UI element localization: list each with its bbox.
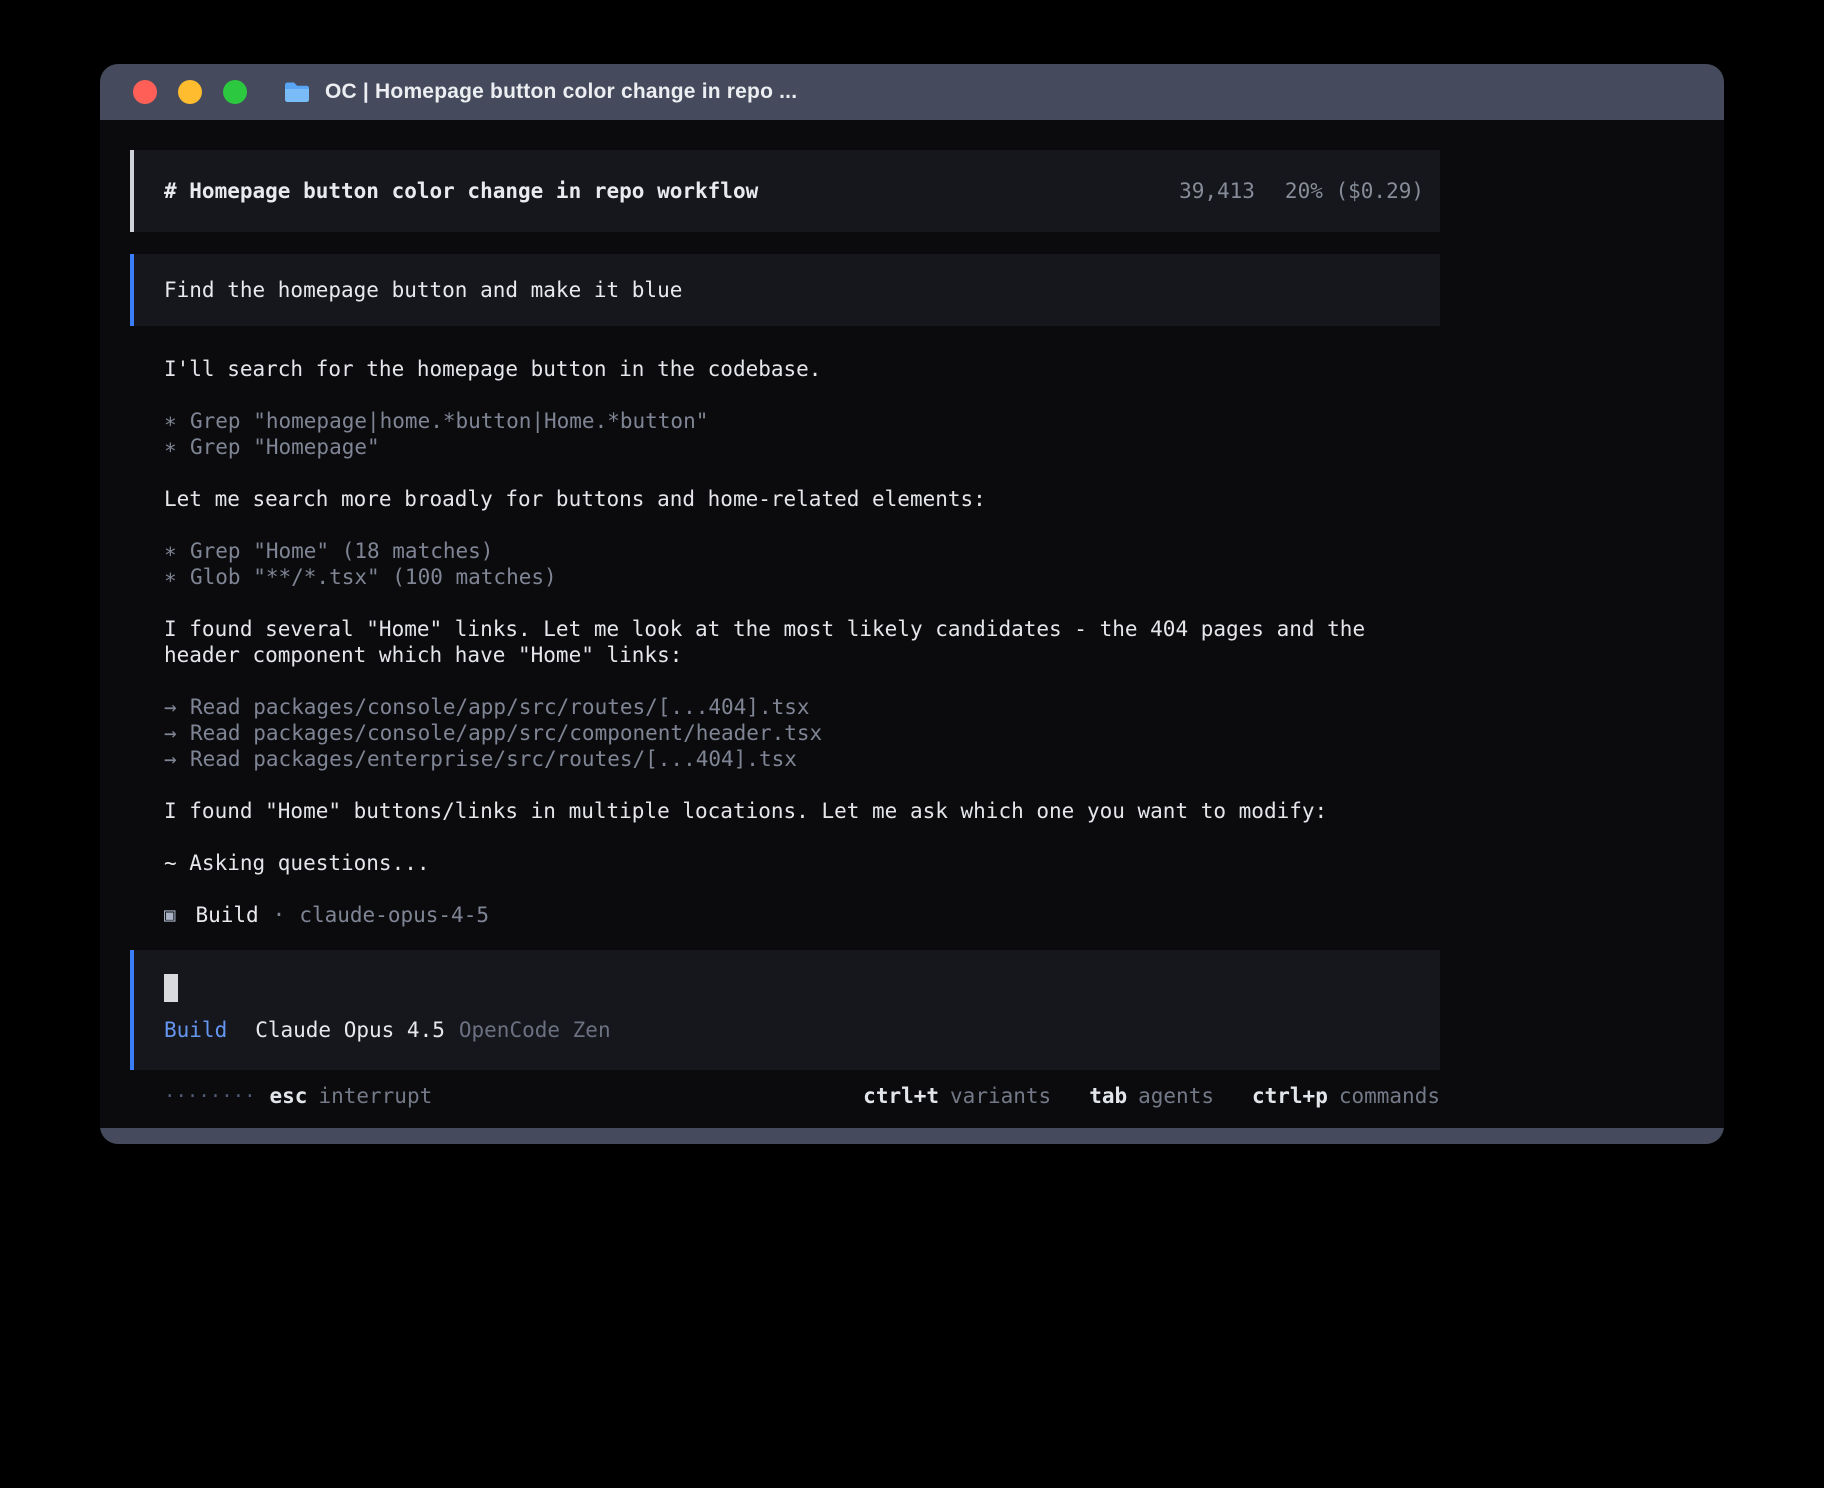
- provider-label: OpenCode Zen: [459, 1018, 611, 1042]
- spinner-dots: ········: [164, 1085, 256, 1107]
- tool-call-grep: ∗Grep "Home" (18 matches): [164, 538, 1440, 564]
- tool-call-read: →Read packages/enterprise/src/routes/[..…: [164, 746, 1440, 772]
- working-status: ~ Asking questions...: [164, 850, 1440, 876]
- agents-label: agents: [1138, 1084, 1214, 1108]
- agent-name: Build: [195, 902, 258, 928]
- user-message: Find the homepage button and make it blu…: [130, 254, 1440, 326]
- assistant-text: I'll search for the homepage button in t…: [164, 356, 1440, 382]
- tool-call-read: →Read packages/console/app/src/component…: [164, 720, 1440, 746]
- tool-bullet-icon: ∗: [164, 564, 190, 590]
- zoom-button[interactable]: [223, 80, 247, 104]
- prompt-input[interactable]: Build Claude Opus 4.5 OpenCode Zen: [130, 950, 1440, 1070]
- tool-call-text: Read packages/console/app/src/routes/[..…: [190, 695, 810, 719]
- tool-call-read: →Read packages/console/app/src/routes/[.…: [164, 694, 1440, 720]
- folder-icon: [283, 81, 311, 104]
- agent-model: claude-opus-4-5: [299, 902, 489, 928]
- assistant-text: Let me search more broadly for buttons a…: [164, 486, 1440, 512]
- arrow-icon: →: [164, 694, 190, 720]
- tool-call-glob: ∗Glob "**/*.tsx" (100 matches): [164, 564, 1440, 590]
- arrow-icon: →: [164, 720, 190, 746]
- agent-attribution: ▣ Build · claude-opus-4-5: [164, 902, 1440, 928]
- tool-call-text: Grep "Home" (18 matches): [190, 539, 493, 563]
- tool-bullet-icon: ∗: [164, 434, 190, 460]
- tool-bullet-icon: ∗: [164, 408, 190, 434]
- esc-key-hint: esc: [270, 1084, 308, 1108]
- token-count: 39,413: [1179, 179, 1255, 203]
- session-stats: 39,413 20% ($0.29): [1179, 179, 1424, 203]
- variants-label: variants: [950, 1084, 1051, 1108]
- agent-badge-icon: ▣: [164, 902, 175, 928]
- text-cursor: [164, 974, 178, 1002]
- user-message-text: Find the homepage button and make it blu…: [164, 278, 682, 302]
- commands-label: commands: [1339, 1084, 1440, 1108]
- ctrl-t-key-hint: ctrl+t: [863, 1084, 939, 1108]
- input-footer: Build Claude Opus 4.5 OpenCode Zen: [164, 1018, 1440, 1042]
- conversation: I'll search for the homepage button in t…: [130, 356, 1440, 928]
- window-title: OC | Homepage button color change in rep…: [325, 80, 797, 104]
- tool-call-group: ∗Grep "homepage|home.*button|Home.*butto…: [164, 408, 1440, 460]
- session-title: # Homepage button color change in repo w…: [164, 179, 758, 203]
- session-header: # Homepage button color change in repo w…: [130, 150, 1440, 232]
- terminal-window: OC | Homepage button color change in rep…: [100, 64, 1724, 1144]
- close-button[interactable]: [133, 80, 157, 104]
- assistant-text: I found several "Home" links. Let me loo…: [164, 616, 1440, 668]
- status-bar: ········ esc interrupt ctrl+t variants t…: [130, 1084, 1440, 1108]
- tool-call-grep: ∗Grep "Homepage": [164, 434, 1440, 460]
- window-titlebar: OC | Homepage button color change in rep…: [100, 64, 1724, 120]
- active-agent-label[interactable]: Build: [164, 1018, 227, 1042]
- tool-call-text: Grep "Homepage": [190, 435, 380, 459]
- tool-call-text: Grep "homepage|home.*button|Home.*button…: [190, 409, 708, 433]
- tool-call-text: Read packages/console/app/src/component/…: [190, 721, 822, 745]
- active-model-label[interactable]: Claude Opus 4.5: [255, 1018, 445, 1042]
- assistant-text: I found "Home" buttons/links in multiple…: [164, 798, 1440, 824]
- minimize-button[interactable]: [178, 80, 202, 104]
- tool-call-grep: ∗Grep "homepage|home.*button|Home.*butto…: [164, 408, 1440, 434]
- tab-key-hint: tab: [1089, 1084, 1127, 1108]
- arrow-icon: →: [164, 746, 190, 772]
- traffic-lights: [133, 80, 247, 104]
- hint-variants: ctrl+t variants: [863, 1084, 1051, 1108]
- tool-bullet-icon: ∗: [164, 538, 190, 564]
- separator-dot: ·: [273, 902, 286, 928]
- tool-call-group: →Read packages/console/app/src/routes/[.…: [164, 694, 1440, 772]
- tool-call-text: Read packages/enterprise/src/routes/[...…: [190, 747, 797, 771]
- terminal-content: # Homepage button color change in repo w…: [100, 120, 1724, 1128]
- tool-call-group: ∗Grep "Home" (18 matches) ∗Glob "**/*.ts…: [164, 538, 1440, 590]
- hint-commands: ctrl+p commands: [1252, 1084, 1440, 1108]
- interrupt-label: interrupt: [318, 1084, 432, 1108]
- ctrl-p-key-hint: ctrl+p: [1252, 1084, 1328, 1108]
- context-cost: 20% ($0.29): [1285, 179, 1424, 203]
- tool-call-text: Glob "**/*.tsx" (100 matches): [190, 565, 557, 589]
- hint-agents: tab agents: [1089, 1084, 1214, 1108]
